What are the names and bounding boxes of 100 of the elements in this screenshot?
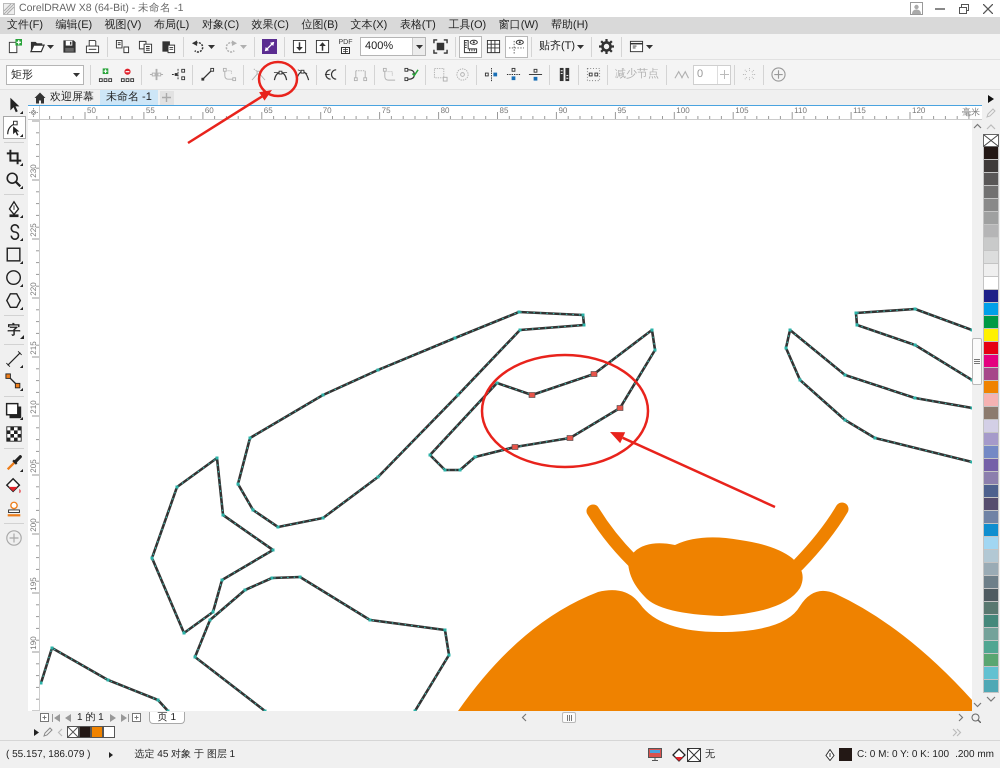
menu-item[interactable]: 布局(L) bbox=[150, 17, 194, 34]
color-swatch[interactable] bbox=[983, 537, 999, 550]
color-swatch[interactable] bbox=[983, 212, 999, 225]
scrollbar-thumb[interactable] bbox=[562, 712, 576, 723]
color-swatch[interactable] bbox=[79, 726, 91, 738]
dashed-square-icon bbox=[432, 67, 448, 82]
color-swatch[interactable] bbox=[983, 459, 999, 472]
color-swatch[interactable] bbox=[983, 667, 999, 680]
zoom-level-field[interactable]: 400% bbox=[360, 37, 426, 56]
color-swatch[interactable] bbox=[983, 628, 999, 641]
tool-button[interactable] bbox=[2, 116, 26, 139]
color-swatch[interactable] bbox=[983, 264, 999, 277]
color-swatch[interactable] bbox=[983, 433, 999, 446]
page-tab[interactable]: 页 1 bbox=[148, 712, 186, 724]
snap-dropdown[interactable]: 贴齐(T) bbox=[535, 36, 588, 58]
color-swatch[interactable] bbox=[983, 290, 999, 303]
color-swatch[interactable] bbox=[983, 420, 999, 433]
color-swatch[interactable] bbox=[983, 355, 999, 368]
color-swatch[interactable] bbox=[983, 329, 999, 342]
color-swatch[interactable] bbox=[983, 576, 999, 589]
color-swatch[interactable] bbox=[983, 407, 999, 420]
color-swatch[interactable] bbox=[983, 602, 999, 615]
line-segment-icon bbox=[200, 67, 214, 82]
menu-item[interactable]: 工具(O) bbox=[444, 17, 490, 34]
color-swatch[interactable] bbox=[983, 368, 999, 381]
ruler-origin[interactable] bbox=[28, 106, 40, 120]
color-swatch[interactable] bbox=[983, 199, 999, 212]
document-tab[interactable]: 未命名 -1 bbox=[100, 90, 158, 105]
align-vertical-icon bbox=[484, 67, 498, 82]
menu-item[interactable]: 位图(B) bbox=[297, 17, 342, 34]
color-swatch[interactable] bbox=[983, 615, 999, 628]
color-swatch[interactable] bbox=[983, 641, 999, 654]
palette-edit-button[interactable] bbox=[43, 727, 53, 737]
ruler-label: 215 bbox=[30, 341, 38, 355]
caret-icon bbox=[646, 44, 654, 48]
navigator-button[interactable] bbox=[970, 711, 982, 724]
fill-status: 无 bbox=[705, 748, 715, 760]
node-plus-icon bbox=[98, 67, 112, 82]
color-swatch[interactable] bbox=[983, 342, 999, 355]
color-swatch[interactable] bbox=[983, 147, 999, 160]
color-swatch[interactable] bbox=[983, 524, 999, 537]
color-swatch[interactable] bbox=[983, 511, 999, 524]
palette-menu-button[interactable] bbox=[988, 92, 994, 106]
outline-width: .200 mm bbox=[955, 748, 994, 760]
object-type-field[interactable]: 矩形 bbox=[6, 64, 84, 84]
first-page-button[interactable] bbox=[50, 712, 62, 724]
color-swatch[interactable] bbox=[91, 726, 103, 738]
ruler-label: 120 bbox=[912, 106, 926, 115]
color-swatch[interactable] bbox=[983, 446, 999, 459]
menu-item[interactable]: 效果(C) bbox=[248, 17, 293, 34]
menu-item[interactable]: 文本(X) bbox=[346, 17, 392, 34]
color-swatch[interactable] bbox=[983, 160, 999, 173]
color-swatch[interactable] bbox=[983, 225, 999, 238]
color-swatch[interactable] bbox=[983, 277, 999, 290]
add-page-button[interactable] bbox=[38, 712, 50, 724]
color-swatch[interactable] bbox=[983, 381, 999, 394]
menu-item[interactable]: 视图(V) bbox=[100, 17, 146, 34]
tool-button[interactable]: 字 bbox=[2, 318, 26, 341]
menu-item[interactable]: 对象(C) bbox=[198, 17, 244, 34]
coordinates-menu-button[interactable] bbox=[108, 752, 113, 758]
pen-nib-icon bbox=[825, 748, 835, 760]
ruler-icon bbox=[463, 39, 478, 54]
toolbar-toggle[interactable] bbox=[459, 36, 482, 58]
color-swatch[interactable] bbox=[983, 680, 999, 693]
color-swatch[interactable] bbox=[983, 472, 999, 485]
caret-icon bbox=[47, 44, 54, 48]
flyout-triangle-icon bbox=[20, 335, 24, 339]
drop-shadow-icon bbox=[5, 402, 23, 420]
new-tab-button[interactable] bbox=[160, 90, 174, 104]
download-icon bbox=[292, 39, 307, 54]
color-swatch[interactable] bbox=[983, 563, 999, 576]
color-swatch[interactable] bbox=[983, 186, 999, 199]
triangle-left-icon bbox=[63, 712, 73, 722]
toolbar-toggle[interactable] bbox=[505, 36, 528, 58]
undo-arrow-icon bbox=[191, 39, 206, 54]
color-swatch[interactable] bbox=[983, 589, 999, 602]
menu-item[interactable]: 表格(T) bbox=[396, 17, 440, 34]
color-swatch[interactable] bbox=[983, 316, 999, 329]
color-swatch[interactable] bbox=[983, 550, 999, 563]
color-swatch bbox=[839, 748, 852, 761]
scrollbar-thumb[interactable] bbox=[972, 338, 982, 385]
color-swatch[interactable] bbox=[983, 485, 999, 498]
page-count: 1 的 1 bbox=[76, 712, 105, 724]
menu-item[interactable]: 文件(F) bbox=[3, 17, 48, 34]
document-tab[interactable]: 欢迎屏幕 bbox=[28, 90, 100, 105]
menu-item[interactable]: 帮助(H) bbox=[546, 17, 592, 34]
color-swatch[interactable] bbox=[983, 394, 999, 407]
color-swatch[interactable] bbox=[983, 173, 999, 186]
color-swatch[interactable] bbox=[983, 303, 999, 316]
color-swatch[interactable] bbox=[983, 498, 999, 511]
color-swatch[interactable] bbox=[983, 251, 999, 264]
caret-icon bbox=[577, 44, 584, 48]
palette-menu-button[interactable] bbox=[34, 728, 39, 736]
add-page-button[interactable] bbox=[130, 712, 143, 724]
color-swatch[interactable] bbox=[983, 238, 999, 251]
color-swatch[interactable] bbox=[103, 726, 115, 738]
menu-item[interactable]: 编辑(E) bbox=[52, 17, 96, 34]
settings-icon bbox=[599, 39, 614, 54]
color-swatch[interactable] bbox=[983, 654, 999, 667]
menu-item[interactable]: 窗口(W) bbox=[494, 17, 542, 34]
